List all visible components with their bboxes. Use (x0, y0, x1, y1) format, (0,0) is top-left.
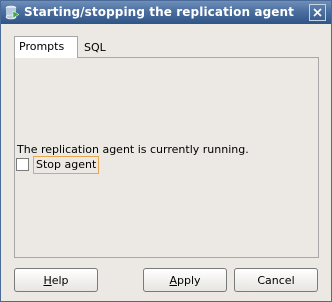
apply-mnemonic: A (169, 273, 177, 287)
close-button[interactable] (309, 4, 326, 21)
dialog-window: Starting/stopping the replication agent … (0, 0, 332, 302)
cancel-button[interactable]: Cancel (234, 268, 318, 292)
prompts-panel: The replication agent is currently runni… (14, 57, 319, 258)
help-button[interactable]: Help (14, 268, 98, 292)
tab-sql[interactable]: SQL (80, 38, 120, 59)
apply-label-rest: pply (177, 273, 201, 287)
window-title: Starting/stopping the replication agent (24, 5, 294, 19)
database-agent-icon (5, 5, 19, 20)
status-message: The replication agent is currently runni… (17, 143, 249, 156)
apply-button[interactable]: Apply (143, 268, 227, 292)
stop-agent-checkbox[interactable] (16, 158, 29, 171)
title-bar[interactable]: Starting/stopping the replication agent (1, 1, 331, 24)
stop-agent-label[interactable]: Stop agent (33, 156, 100, 174)
help-mnemonic: H (43, 273, 52, 287)
tab-prompts[interactable]: Prompts (14, 36, 78, 58)
tab-strip: Prompts SQL (14, 36, 319, 58)
cancel-label: Cancel (257, 273, 295, 287)
help-label-rest: elp (51, 273, 69, 287)
close-icon (313, 8, 322, 17)
